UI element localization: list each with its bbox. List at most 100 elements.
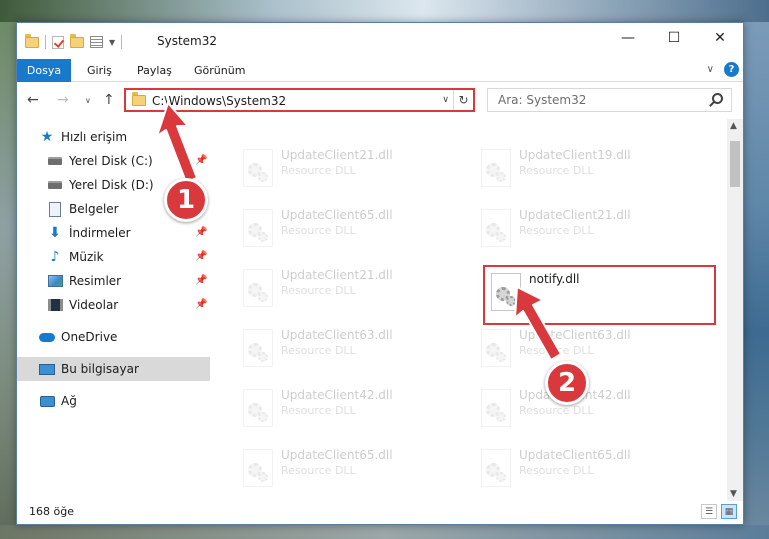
sidebar-item-label: Müzik [69,250,104,264]
chevron-down-icon[interactable]: ▼ [109,38,115,47]
sidebar-item-local-disk-d[interactable]: Yerel Disk (D:) [47,174,154,196]
file-item[interactable]: UpdateClient21.dll Resource DLL [237,143,457,193]
scroll-down-icon[interactable]: ▼ [730,489,737,499]
new-folder-icon[interactable] [70,33,84,48]
sidebar-item-label: OneDrive [61,330,118,344]
dll-file-icon [243,449,273,487]
file-type: Resource DLL [519,404,594,417]
pictures-icon [47,273,63,289]
file-name: UpdateClient65.dll [281,448,393,462]
file-item[interactable]: UpdateClient63.dll Resource DLL [237,323,457,373]
dll-file-icon [243,209,273,247]
tab-file[interactable]: Dosya [17,59,71,82]
back-arrow-icon[interactable]: ← [27,92,39,108]
sidebar-item-label: Ağ [61,394,77,408]
dll-file-icon [481,329,511,367]
sidebar-item-label: Yerel Disk (D:) [69,178,154,192]
address-bar[interactable]: C:\Windows\System32 ∨ ↻ [124,88,475,112]
maximize-button[interactable]: ☐ [651,23,697,53]
file-type: Resource DLL [281,164,356,177]
file-name: UpdateClient63.dll [519,328,631,342]
dll-file-icon [481,449,511,487]
file-item[interactable]: UpdateClient21.dll Resource DLL [475,203,695,253]
onedrive-icon [39,329,55,345]
expand-ribbon-icon[interactable]: ∨ [707,64,714,75]
toolbar-separator [45,35,46,49]
sidebar-item-label: Hızlı erişim [61,130,128,144]
pin-icon[interactable]: 📌 [195,227,207,238]
file-name: UpdateClient21.dll [519,208,631,222]
file-item[interactable]: UpdateClient65.dll Resource DLL [237,443,457,493]
tab-view[interactable]: Görünüm [194,59,245,82]
folder-icon [25,33,39,48]
pin-icon[interactable]: 📌 [195,275,207,286]
scroll-thumb[interactable] [730,141,740,187]
properties-check-icon[interactable] [52,35,64,49]
refresh-icon[interactable]: ↻ [453,90,473,110]
recent-locations-chevron-icon[interactable]: ∨ [85,96,91,105]
sidebar-item-downloads[interactable]: ⬇ İndirmeler [47,222,130,244]
sidebar-item-onedrive[interactable]: OneDrive [39,326,117,348]
title-bar: ▼ System32 — ☐ ✕ [17,23,743,59]
desktop-background-top [0,0,769,22]
tab-home[interactable]: Giriş [87,59,112,82]
desktop-background-bottom [0,525,769,539]
sidebar-item-label: Videolar [69,298,119,312]
scroll-up-icon[interactable]: ▲ [730,121,737,131]
this-pc-icon [39,361,55,377]
file-type: Resource DLL [519,164,594,177]
file-type: Resource DLL [281,344,356,357]
large-icons-view-icon[interactable]: ▦ [721,504,737,519]
videos-icon [47,297,63,313]
file-type: Resource DLL [281,464,356,477]
file-item[interactable]: UpdateClient63.dll Resource DLL [475,323,695,373]
file-list: UpdateClient21.dll Resource DLL UpdateCl… [227,119,727,501]
file-type: Resource DLL [519,464,594,477]
customize-view-icon[interactable] [90,36,103,48]
search-input[interactable]: Ara: System32 [487,88,732,112]
sidebar-item-label: Bu bilgisayar [61,362,139,376]
navigation-pane: ★ Hızlı erişim Yerel Disk (C:) 📌 Yerel D… [17,119,210,501]
file-item[interactable]: UpdateClient19.dll Resource DLL [475,143,695,193]
forward-arrow-icon[interactable]: → [57,92,69,108]
file-item[interactable]: UpdateClient42.dll Resource DLL [237,383,457,433]
dll-file-icon [243,329,273,367]
pin-icon[interactable]: 📌 [195,251,207,262]
file-item[interactable]: UpdateClient65.dll Resource DLL [237,203,457,253]
address-dropdown-chevron-icon[interactable]: ∨ [442,95,449,105]
pin-icon[interactable]: 📌 [195,299,207,310]
search-icon[interactable] [712,93,723,104]
vertical-scrollbar[interactable]: ▲ ▼ [727,119,743,501]
sidebar-item-network[interactable]: Ağ [39,390,77,412]
address-path[interactable]: C:\Windows\System32 [152,94,286,108]
details-view-icon[interactable]: ☰ [701,504,717,519]
file-item[interactable]: UpdateClient65.dll Resource DLL [475,443,695,493]
music-icon: ♪ [50,249,60,265]
file-explorer-window: ▼ System32 — ☐ ✕ Dosya Giriş Paylaş Görü… [16,22,744,525]
close-button[interactable]: ✕ [697,23,743,53]
file-name: UpdateClient65.dll [281,208,393,222]
desktop-background-right [744,22,769,539]
disk-icon [47,153,63,169]
help-icon[interactable]: ? [724,62,739,77]
desktop-background-left [0,22,16,539]
sidebar-item-label: Yerel Disk (C:) [69,154,153,168]
sidebar-item-this-pc[interactable]: Bu bilgisayar [17,357,210,381]
sidebar-item-music[interactable]: ♪ Müzik [47,246,104,268]
tab-share[interactable]: Paylaş [137,59,172,82]
step-1-badge: 1 [164,178,208,222]
file-name: UpdateClient21.dll [281,148,393,162]
sidebar-item-videos[interactable]: Videolar [47,294,118,316]
sidebar-item-documents[interactable]: Belgeler [47,198,119,220]
up-arrow-icon[interactable]: ↑ [103,92,115,108]
pin-icon[interactable]: 📌 [195,155,207,166]
dll-file-icon [481,149,511,187]
sidebar-item-quick-access[interactable]: ★ Hızlı erişim [39,126,127,148]
sidebar-item-local-disk-c[interactable]: Yerel Disk (C:) [47,150,217,172]
file-name: UpdateClient63.dll [281,328,393,342]
file-name: UpdateClient42.dll [281,388,393,402]
minimize-button[interactable]: — [605,23,651,53]
file-item[interactable]: UpdateClient21.dll Resource DLL [237,263,457,313]
dll-file-icon [481,389,511,427]
sidebar-item-pictures[interactable]: Resimler [47,270,121,292]
